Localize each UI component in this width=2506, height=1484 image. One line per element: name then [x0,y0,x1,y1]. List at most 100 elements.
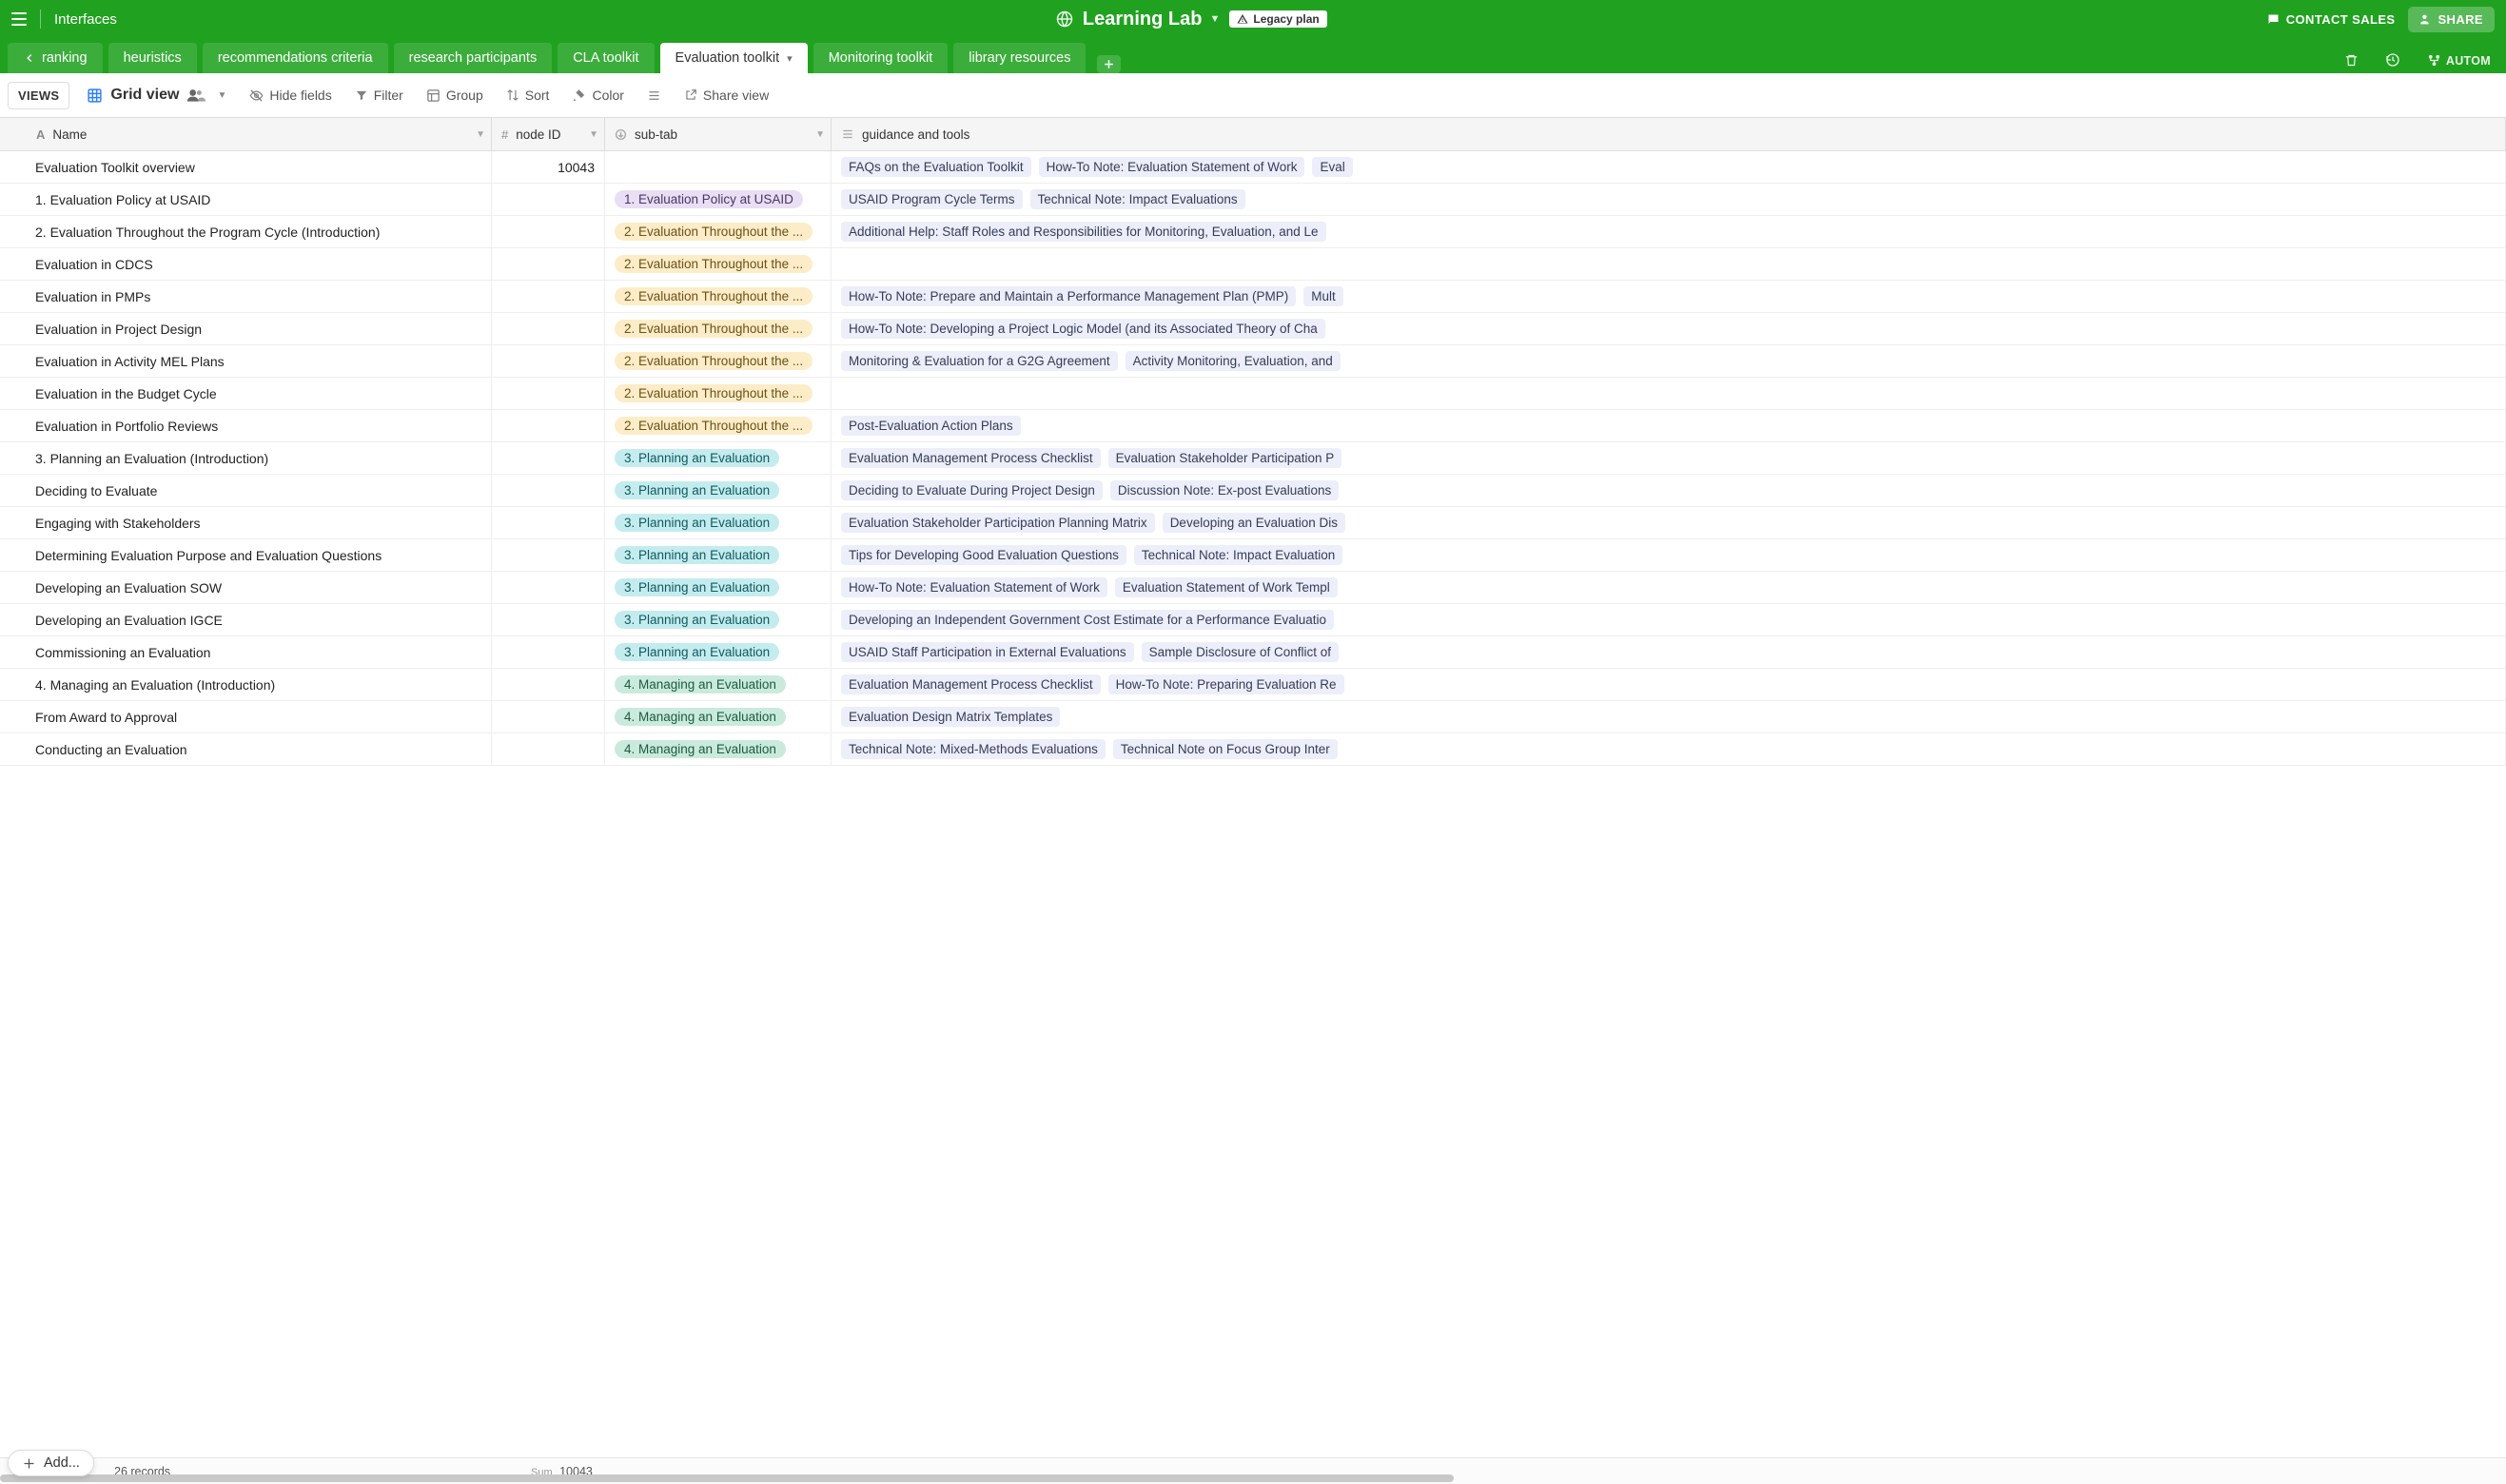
cell-guidance[interactable]: Monitoring & Evaluation for a G2G Agreem… [832,345,2506,377]
linked-record-tag[interactable]: Evaluation Statement of Work Templ [1115,577,1338,597]
cell-guidance[interactable]: How-To Note: Prepare and Maintain a Perf… [832,281,2506,312]
collaborators-icon[interactable] [186,88,206,102]
share-button[interactable]: SHARE [2408,7,2495,32]
linked-record-tag[interactable]: FAQs on the Evaluation Toolkit [841,157,1031,177]
share-view-button[interactable]: Share view [675,82,778,108]
linked-record-tag[interactable]: Technical Note: Mixed-Methods Evaluation… [841,739,1106,759]
linked-record-tag[interactable]: Evaluation Stakeholder Participation Pla… [841,513,1155,533]
table-row[interactable]: Deciding to Evaluate3. Planning an Evalu… [0,475,2506,507]
linked-record-tag[interactable]: Post-Evaluation Action Plans [841,416,1021,436]
cell-sub-tab[interactable]: 3. Planning an Evaluation [605,507,832,538]
table-row[interactable]: Commissioning an Evaluation 3. Planning a… [0,636,2506,669]
cell-guidance[interactable]: Developing an Independent Government Cos… [832,604,2506,635]
linked-record-tag[interactable]: How-To Note: Prepare and Maintain a Perf… [841,286,1296,306]
chevron-down-icon[interactable]: ▼ [589,129,598,140]
cell-guidance[interactable]: How-To Note: Developing a Project Logic … [832,313,2506,344]
cell-guidance[interactable]: Evaluation Management Process ChecklistH… [832,669,2506,700]
chevron-down-icon[interactable]: ▾ [787,52,793,65]
table-row[interactable]: Developing an Evaluation SOW3. Planning … [0,572,2506,604]
filter-button[interactable]: Filter [345,82,413,108]
cell-guidance[interactable]: FAQs on the Evaluation ToolkitHow-To Not… [832,151,2506,183]
table-row[interactable]: Evaluation in the Budget Cycle 2. Evaluat… [0,378,2506,410]
linked-record-tag[interactable]: Evaluation Management Process Checklist [841,448,1101,468]
cell-name[interactable]: 4. Managing an Evaluation (Introduction) [0,669,492,700]
cell-guidance[interactable]: Evaluation Management Process ChecklistE… [832,442,2506,474]
chevron-down-icon[interactable]: ▼ [476,129,485,140]
row-height-button[interactable] [637,83,671,108]
cell-name[interactable]: 3. Planning an Evaluation (Introduction) [0,442,492,474]
table-row[interactable]: Evaluation in PMPs2. Evaluation Througho… [0,281,2506,313]
cell-node-id[interactable] [492,636,605,668]
cell-node-id[interactable] [492,184,605,215]
cell-sub-tab[interactable]: 2. Evaluation Throughout the ... [605,345,832,377]
cell-node-id[interactable] [492,248,605,280]
linked-record-tag[interactable]: Discussion Note: Ex-post Evaluations [1110,480,1339,500]
linked-record-tag[interactable]: USAID Program Cycle Terms [841,189,1023,209]
linked-record-tag[interactable]: How-To Note: Evaluation Statement of Wor… [841,577,1107,597]
table-row[interactable]: Determining Evaluation Purpose and Evalu… [0,539,2506,572]
cell-name[interactable]: Evaluation in PMPs [0,281,492,312]
cell-sub-tab[interactable]: 3. Planning an Evaluation [605,636,832,668]
cell-node-id[interactable] [492,216,605,247]
linked-record-tag[interactable]: Evaluation Design Matrix Templates [841,707,1060,727]
cell-sub-tab[interactable]: 3. Planning an Evaluation [605,604,832,635]
table-row[interactable]: 3. Planning an Evaluation (Introduction)… [0,442,2506,475]
hide-fields-button[interactable]: Hide fields [240,82,341,108]
cell-sub-tab[interactable]: 2. Evaluation Throughout the ... [605,378,832,409]
cell-name[interactable]: Evaluation in Portfolio Reviews [0,410,492,441]
cell-name[interactable]: Determining Evaluation Purpose and Evalu… [0,539,492,571]
cell-name[interactable]: Evaluation in the Budget Cycle [0,378,492,409]
cell-sub-tab[interactable]: 3. Planning an Evaluation [605,442,832,474]
table-row[interactable]: Developing an Evaluation IGCE3. Planning… [0,604,2506,636]
cell-name[interactable]: Evaluation in Activity MEL Plans [0,345,492,377]
add-table-button[interactable] [1097,55,1121,73]
cell-name[interactable]: Commissioning an Evaluation [0,636,492,668]
linked-record-tag[interactable]: Technical Note on Focus Group Inter [1113,739,1338,759]
cell-sub-tab[interactable]: 2. Evaluation Throughout the ... [605,313,832,344]
cell-node-id[interactable] [492,507,605,538]
table-row[interactable]: Evaluation in Project Design2. Evaluatio… [0,313,2506,345]
table-row[interactable]: Evaluation Toolkit overview10043FAQs on … [0,151,2506,184]
table-row[interactable]: Evaluation in Portfolio Reviews2. Evalua… [0,410,2506,442]
cell-sub-tab[interactable]: 4. Managing an Evaluation [605,733,832,765]
cell-name[interactable]: Conducting an Evaluation [0,733,492,765]
cell-guidance[interactable]: Evaluation Design Matrix Templates [832,701,2506,732]
cell-node-id[interactable] [492,442,605,474]
current-view[interactable]: Grid view ▼ [87,87,226,104]
linked-record-tag[interactable]: Mult [1303,286,1343,306]
cell-name[interactable]: From Award to Approval [0,701,492,732]
cell-name[interactable]: Evaluation Toolkit overview [0,151,492,183]
column-header-guidance[interactable]: guidance and tools [832,118,2506,150]
table-tab[interactable]: library resources [953,43,1086,73]
cell-sub-tab[interactable]: 4. Managing an Evaluation [605,701,832,732]
cell-sub-tab[interactable]: 1. Evaluation Policy at USAID [605,184,832,215]
linked-record-tag[interactable]: Developing an Independent Government Cos… [841,610,1334,630]
linked-record-tag[interactable]: Eval [1312,157,1352,177]
cell-sub-tab[interactable]: 2. Evaluation Throughout the ... [605,216,832,247]
scrollbar-thumb[interactable] [0,1474,1454,1482]
linked-record-tag[interactable]: Technical Note: Impact Evaluation [1134,545,1342,565]
cell-node-id[interactable] [492,281,605,312]
cell-name[interactable]: 1. Evaluation Policy at USAID [0,184,492,215]
add-record-button[interactable]: Add... [8,1450,94,1476]
legacy-plan-badge[interactable]: Legacy plan [1229,10,1326,28]
linked-record-tag[interactable]: Evaluation Management Process Checklist [841,674,1101,694]
cell-sub-tab[interactable] [605,151,832,183]
table-tab[interactable]: recommendations criteria [203,43,388,73]
table-row[interactable]: Conducting an Evaluation 4. Managing an E… [0,733,2506,766]
linked-record-tag[interactable]: Tips for Developing Good Evaluation Ques… [841,545,1126,565]
menu-icon[interactable] [11,12,27,26]
cell-node-id[interactable] [492,733,605,765]
cell-sub-tab[interactable]: 2. Evaluation Throughout the ... [605,248,832,280]
trash-icon[interactable] [2337,48,2366,73]
cell-sub-tab[interactable]: 4. Managing an Evaluation [605,669,832,700]
history-icon[interactable] [2378,47,2408,73]
cell-sub-tab[interactable]: 3. Planning an Evaluation [605,539,832,571]
table-tab[interactable]: CLA toolkit [558,43,654,73]
cell-guidance[interactable]: Additional Help: Staff Roles and Respons… [832,216,2506,247]
table-tab[interactable]: heuristics [108,43,197,73]
cell-name[interactable]: Developing an Evaluation SOW [0,572,492,603]
column-header-node-id[interactable]: # node ID ▼ [492,118,605,150]
cell-name[interactable]: 2. Evaluation Throughout the Program Cyc… [0,216,492,247]
cell-node-id[interactable] [492,345,605,377]
